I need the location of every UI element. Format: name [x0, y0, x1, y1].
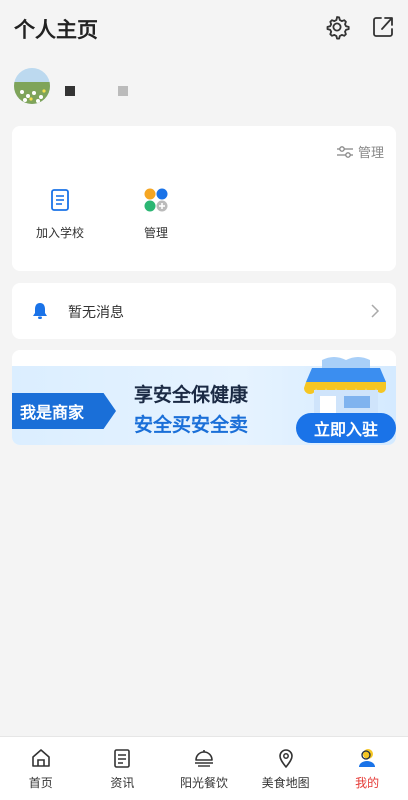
apps-card: 管理 加入学校 管理: [12, 126, 396, 271]
bell-icon: [30, 301, 50, 325]
tab-dining[interactable]: 阳光餐饮: [163, 737, 245, 800]
map-pin-icon: [245, 747, 327, 771]
manage-link[interactable]: 管理: [336, 142, 384, 161]
tab-label: 美食地图: [261, 776, 310, 790]
profile-section[interactable]: [0, 62, 408, 112]
tab-food-map[interactable]: 美食地图: [245, 737, 327, 800]
user-info-redacted: [118, 86, 128, 96]
message-text: 暂无消息: [68, 305, 124, 321]
username-redacted: [65, 86, 75, 96]
tab-profile[interactable]: 我的: [326, 737, 408, 800]
news-icon: [82, 747, 164, 771]
dining-icon: [163, 747, 245, 771]
chevron-right-icon: [370, 303, 380, 323]
share-icon[interactable]: [370, 14, 396, 40]
header: 个人主页: [0, 0, 408, 56]
profile-icon: [326, 747, 408, 771]
avatar[interactable]: [14, 68, 50, 104]
tab-news[interactable]: 资讯: [82, 737, 164, 800]
banner-slogan-1: 享安全保健康: [134, 384, 249, 406]
app-join-school[interactable]: 加入学校: [20, 184, 100, 241]
merchant-banner[interactable]: 我是商家 享安全保健康 安全买安全卖 立即入驻: [12, 350, 396, 445]
bottom-tab-bar: 首页 资讯 阳光餐饮 美食地图 我的: [0, 736, 408, 800]
manage-link-label: 管理: [357, 146, 384, 161]
settings-icon[interactable]: [324, 14, 350, 40]
tab-home[interactable]: 首页: [0, 737, 82, 800]
join-button[interactable]: 立即入驻: [296, 413, 396, 443]
document-icon: [44, 184, 76, 216]
message-row[interactable]: 暂无消息: [12, 283, 396, 339]
tab-label: 资讯: [110, 776, 135, 790]
tab-label: 阳光餐饮: [179, 776, 228, 790]
tab-label: 我的: [355, 776, 380, 790]
merchant-label: 我是商家: [12, 393, 116, 429]
home-icon: [0, 747, 82, 771]
tab-label: 首页: [28, 776, 53, 790]
app-label: 加入学校: [35, 226, 84, 240]
sliders-icon: [336, 145, 353, 158]
banner-slogan-2: 安全买安全卖: [134, 414, 249, 436]
app-grid-icon: [140, 184, 172, 216]
page-title: 个人主页: [14, 18, 98, 42]
app-label: 管理: [143, 226, 168, 240]
app-manage[interactable]: 管理: [116, 184, 196, 241]
